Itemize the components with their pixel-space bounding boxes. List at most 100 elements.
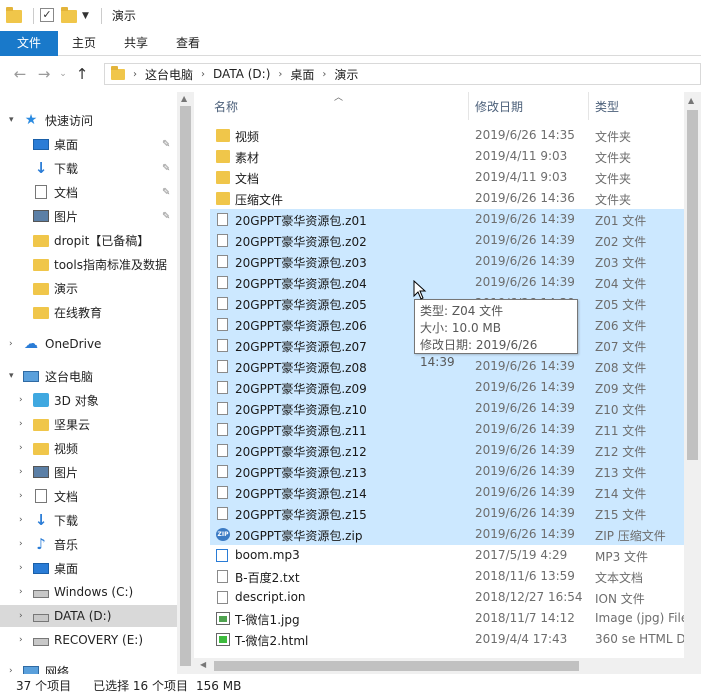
scroll-up-icon[interactable]: ▲ (181, 94, 187, 103)
file-row[interactable]: 文档 2019/4/11 9:03 文件夹 (210, 167, 684, 188)
file-type: Z14 文件 (595, 487, 647, 501)
chevron-right-icon[interactable]: › (19, 467, 23, 477)
chevron-down-icon[interactable]: ▾ (9, 371, 14, 381)
chevron-right-icon[interactable]: › (19, 515, 23, 525)
chevron-down-icon[interactable]: ▾ (9, 115, 14, 125)
tab-home[interactable]: 主页 (58, 31, 110, 56)
tab-file[interactable]: 文件 (0, 31, 58, 56)
file-row[interactable]: 20GPPT豪华资源包.z04 2019/6/26 14:39 Z04 文件 (210, 272, 684, 293)
nav-item-dropit[interactable]: dropit【已备稿】 (0, 229, 177, 251)
horizontal-scrollbar-thumb[interactable] (214, 661, 579, 671)
file-row[interactable]: descript.ion 2018/12/27 16:54 ION 文件 (210, 587, 684, 608)
scroll-left-icon[interactable]: ◀ (200, 660, 206, 669)
chevron-right-icon[interactable]: › (9, 339, 13, 349)
address-bar[interactable]: › 这台电脑 › DATA (D:) › 桌面 › 演示 (104, 63, 701, 85)
navigation-pane: ▾ ★ 快速访问 桌面 ✎ ↓ 下载 ✎ 文档 ✎ 图片 ✎ dropit【已备… (0, 92, 177, 674)
file-row[interactable]: 20GPPT豪华资源包.z14 2019/6/26 14:39 Z14 文件 (210, 482, 684, 503)
chevron-right-icon[interactable]: › (19, 443, 23, 453)
chevron-right-icon[interactable]: › (19, 395, 23, 405)
nav-item-drive-e[interactable]: › RECOVERY (E:) (0, 629, 177, 651)
file-row[interactable]: ZIP 20GPPT豪华资源包.zip 2019/6/26 14:39 ZIP 压缩文… (210, 524, 684, 545)
pin-icon[interactable]: ✎ (162, 211, 170, 222)
chevron-right-icon[interactable]: › (19, 491, 23, 501)
file-row[interactable]: 20GPPT豪华资源包.z03 2019/6/26 14:39 Z03 文件 (210, 251, 684, 272)
column-date[interactable]: 修改日期 (475, 98, 523, 115)
file-row[interactable]: T-微信1.jpg 2018/11/7 14:12 Image (jpg) File (210, 608, 684, 629)
chevron-right-icon[interactable]: › (19, 419, 23, 429)
up-arrow-icon[interactable]: ↑ (70, 65, 94, 83)
nav-item-tools[interactable]: tools指南标准及数据 (0, 253, 177, 275)
qat-dropdown-icon[interactable]: ▼ (82, 11, 89, 21)
file-row[interactable]: 视频 2019/6/26 14:35 文件夹 (210, 125, 684, 146)
breadcrumb-this-pc[interactable]: 这台电脑 (145, 66, 193, 83)
file-row[interactable]: 20GPPT豪华资源包.z01 2019/6/26 14:39 Z01 文件 (210, 209, 684, 230)
column-divider[interactable] (468, 92, 469, 120)
column-divider[interactable] (588, 92, 589, 120)
nav-item-drive-d[interactable]: › DATA (D:) (0, 605, 177, 627)
nav-item-demo[interactable]: 演示 (0, 277, 177, 299)
nav-item-pictures-pc[interactable]: › 图片 (0, 461, 177, 483)
breadcrumb-data-drive[interactable]: DATA (D:) (213, 67, 270, 81)
file-row[interactable]: 素材 2019/4/11 9:03 文件夹 (210, 146, 684, 167)
pin-icon[interactable]: ✎ (162, 163, 170, 174)
chevron-right-icon[interactable]: › (9, 666, 13, 674)
chevron-right-icon[interactable]: › (278, 69, 282, 80)
nav-item-pictures[interactable]: 图片 ✎ (0, 205, 177, 227)
nav-item-drive-c[interactable]: › Windows (C:) (0, 581, 177, 603)
tab-share[interactable]: 共享 (110, 31, 162, 56)
forward-arrow-icon[interactable]: → (32, 65, 56, 83)
nav-this-pc[interactable]: ▾ 这台电脑 (0, 365, 177, 387)
horizontal-scrollbar[interactable]: ◀ (194, 658, 701, 674)
nav-item-jianguoyun[interactable]: › 坚果云 (0, 413, 177, 435)
file-row[interactable]: 20GPPT豪华资源包.z10 2019/6/26 14:39 Z10 文件 (210, 398, 684, 419)
tab-view[interactable]: 查看 (162, 31, 214, 56)
recent-chevron-down-icon[interactable]: ⌄ (56, 69, 70, 79)
file-row[interactable]: 20GPPT豪华资源包.z11 2019/6/26 14:39 Z11 文件 (210, 419, 684, 440)
properties-check-icon[interactable]: ✓ (40, 7, 56, 24)
breadcrumb-current[interactable]: 演示 (334, 66, 358, 83)
chevron-right-icon[interactable]: › (19, 539, 23, 549)
file-row[interactable]: 20GPPT豪华资源包.z02 2019/6/26 14:39 Z02 文件 (210, 230, 684, 251)
new-folder-icon[interactable] (61, 6, 77, 24)
chevron-right-icon[interactable]: › (201, 69, 205, 80)
nav-item-videos[interactable]: › 视频 (0, 437, 177, 459)
scroll-up-icon[interactable]: ▲ (688, 96, 694, 105)
nav-item-downloads[interactable]: ↓ 下载 ✎ (0, 157, 177, 179)
nav-item-desktop[interactable]: 桌面 ✎ (0, 133, 177, 155)
chevron-right-icon[interactable]: › (19, 563, 23, 573)
file-row[interactable]: 20GPPT豪华资源包.z15 2019/6/26 14:39 Z15 文件 (210, 503, 684, 524)
file-row[interactable]: 20GPPT豪华资源包.z12 2019/6/26 14:39 Z12 文件 (210, 440, 684, 461)
file-row[interactable]: 20GPPT豪华资源包.z13 2019/6/26 14:39 Z13 文件 (210, 461, 684, 482)
nav-scrollbar[interactable]: ▲ (177, 92, 194, 674)
breadcrumb-desktop[interactable]: 桌面 (290, 66, 314, 83)
chevron-right-icon[interactable]: › (19, 587, 23, 597)
nav-scrollbar-thumb[interactable] (180, 106, 191, 666)
file-row[interactable]: T-微信2.html 2019/4/4 17:43 360 se HTML D (210, 629, 684, 650)
chevron-right-icon[interactable]: › (19, 635, 23, 645)
column-name[interactable]: 名称 (214, 98, 238, 115)
file-icon (217, 339, 228, 352)
nav-item-documents[interactable]: 文档 ✎ (0, 181, 177, 203)
pin-icon[interactable]: ✎ (162, 139, 170, 150)
chevron-right-icon[interactable]: › (133, 69, 137, 80)
chevron-right-icon[interactable]: › (19, 611, 23, 621)
nav-item-music[interactable]: › ♪ 音乐 (0, 533, 177, 555)
nav-item-desktop-pc[interactable]: › 桌面 (0, 557, 177, 579)
file-row[interactable]: 压缩文件 2019/6/26 14:36 文件夹 (210, 188, 684, 209)
file-list-scrollbar[interactable]: ▲ (684, 92, 701, 658)
nav-item-online-education[interactable]: 在线教育 (0, 301, 177, 323)
file-list-scrollbar-thumb[interactable] (687, 110, 698, 460)
chevron-right-icon[interactable]: › (322, 69, 326, 80)
nav-onedrive[interactable]: › ☁ OneDrive (0, 333, 177, 355)
nav-network[interactable]: › 网络 (0, 660, 177, 674)
nav-item-documents-pc[interactable]: › 文档 (0, 485, 177, 507)
nav-item-3d-objects[interactable]: › 3D 对象 (0, 389, 177, 411)
file-row[interactable]: 20GPPT豪华资源包.z09 2019/6/26 14:39 Z09 文件 (210, 377, 684, 398)
pin-icon[interactable]: ✎ (162, 187, 170, 198)
nav-quick-access[interactable]: ▾ ★ 快速访问 (0, 109, 177, 131)
file-row[interactable]: B-百度2.txt 2018/11/6 13:59 文本文档 (210, 566, 684, 587)
back-arrow-icon[interactable]: ← (8, 65, 32, 83)
file-row[interactable]: boom.mp3 2017/5/19 4:29 MP3 文件 (210, 545, 684, 566)
nav-item-downloads-pc[interactable]: › ↓ 下载 (0, 509, 177, 531)
column-type[interactable]: 类型 (595, 98, 619, 115)
